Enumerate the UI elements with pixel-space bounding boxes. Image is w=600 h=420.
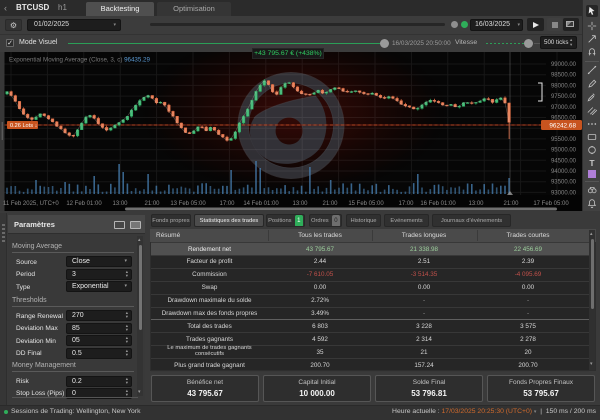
svg-text:21:00: 21:00 [144, 201, 160, 207]
svg-text:14 Feb 01:00: 14 Feb 01:00 [243, 201, 279, 207]
svg-text:97500.00: 97500.00 [551, 94, 577, 100]
svg-text:98000.00: 98000.00 [551, 83, 577, 89]
svg-text:21:00: 21:00 [322, 201, 338, 207]
svg-text:13:00: 13:00 [292, 201, 308, 207]
svg-text:17:00: 17:00 [398, 201, 414, 207]
svg-text:97000.00: 97000.00 [551, 105, 577, 111]
svg-text:95000.00: 95000.00 [551, 148, 577, 154]
svg-text:13:00: 13:00 [468, 201, 484, 207]
svg-text:98500.00: 98500.00 [551, 73, 577, 79]
svg-text:Exponential Moving Average (Cl: Exponential Moving Average (Close, 3, c)… [9, 57, 150, 64]
svg-text:94500.00: 94500.00 [551, 158, 577, 164]
svg-text:17 Feb 05:00: 17 Feb 05:00 [533, 201, 569, 207]
svg-text:95500.00: 95500.00 [551, 137, 577, 143]
svg-text:13:00: 13:00 [112, 201, 128, 207]
svg-text:17:00: 17:00 [219, 201, 235, 207]
svg-text:0.26 Lots ↓: 0.26 Lots ↓ [10, 123, 38, 129]
svg-text:93500.00: 93500.00 [551, 180, 577, 186]
svg-text:94000.00: 94000.00 [551, 169, 577, 175]
svg-text:16 Feb 01:00: 16 Feb 01:00 [420, 201, 456, 207]
svg-text:12 Feb 01:00: 12 Feb 01:00 [66, 201, 102, 207]
svg-text:13 Feb 05:00: 13 Feb 05:00 [170, 201, 206, 207]
svg-text:11 Feb 2025, UTC+0: 11 Feb 2025, UTC+0 [3, 201, 59, 207]
svg-text:99000.00: 99000.00 [551, 62, 577, 68]
svg-text:93000.00: 93000.00 [551, 190, 577, 196]
svg-text:15 Feb 05:00: 15 Feb 05:00 [348, 201, 384, 207]
svg-text:96242.68: 96242.68 [549, 122, 576, 129]
svg-text:21:00: 21:00 [503, 201, 519, 207]
